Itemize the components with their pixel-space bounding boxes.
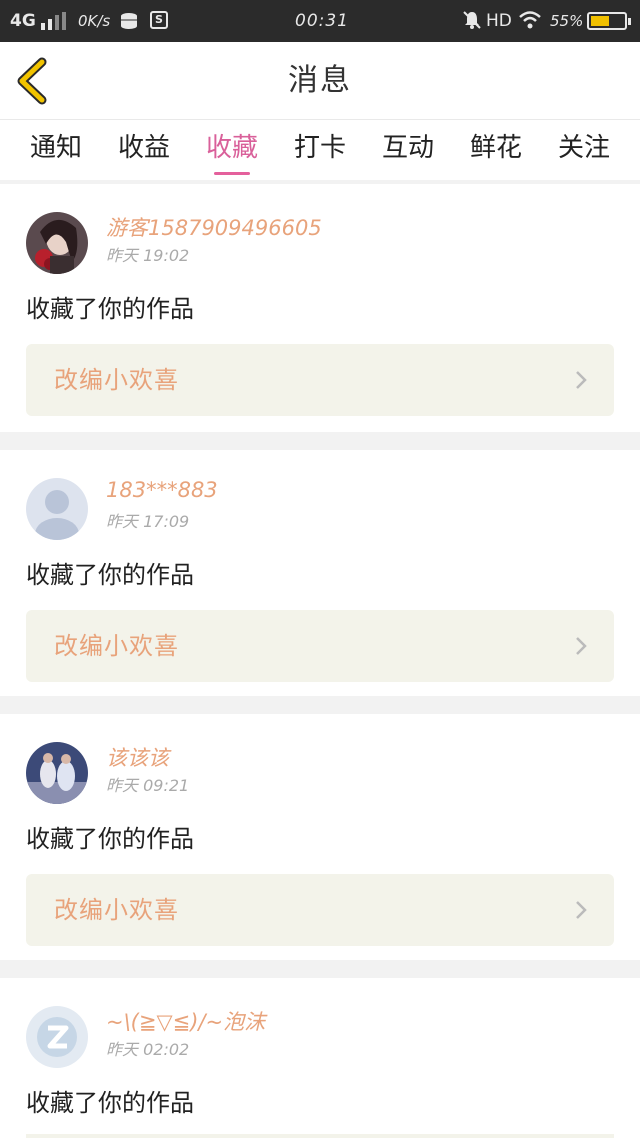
battery-level — [591, 16, 609, 26]
status-bar: 4G 0K/s S 00:31 HD 55% — [0, 0, 640, 42]
message-card: 183***883 昨天 17:09 收藏了你的作品 改编小欢喜 — [0, 450, 640, 696]
work-link[interactable]: 改编小欢喜 — [26, 610, 614, 682]
timestamp: 昨天 19:02 — [106, 246, 190, 265]
username[interactable]: ~\(≧▽≦)/~泡沫 — [106, 1006, 265, 1036]
avatar[interactable] — [26, 212, 88, 274]
message-card: 游客1587909496605 昨天 19:02 收藏了你的作品 改编小欢喜 — [0, 184, 640, 432]
work-link[interactable] — [26, 1134, 614, 1138]
wifi-icon — [518, 10, 542, 32]
mute-bell-icon — [462, 10, 482, 32]
tab-follows[interactable]: 关注 — [544, 128, 624, 172]
clock: 00:31 — [295, 11, 349, 31]
tab-checkin[interactable]: 打卡 — [280, 128, 360, 172]
avatar[interactable] — [26, 1006, 88, 1068]
page-title: 消息 — [288, 63, 352, 98]
username[interactable]: 该该该 — [106, 742, 169, 772]
tab-interaction[interactable]: 互动 — [368, 128, 448, 172]
tab-favorites[interactable]: 收藏 — [192, 128, 272, 172]
back-button[interactable] — [12, 56, 58, 106]
database-icon — [120, 12, 140, 34]
hd-indicator: HD — [486, 11, 512, 31]
action-text: 收藏了你的作品 — [26, 825, 194, 853]
avatar[interactable] — [26, 478, 88, 540]
chevron-right-icon — [576, 371, 587, 389]
work-title: 改编小欢喜 — [54, 632, 179, 660]
username[interactable]: 游客1587909496605 — [106, 212, 322, 242]
message-card: 该该该 昨天 09:21 收藏了你的作品 改编小欢喜 — [0, 714, 640, 960]
active-tab-indicator — [214, 172, 250, 175]
network-speed: 0K/s — [78, 12, 111, 30]
chevron-right-icon — [576, 901, 587, 919]
chevron-left-icon — [17, 57, 47, 105]
sim-icon: S — [150, 11, 168, 29]
action-text: 收藏了你的作品 — [26, 561, 194, 589]
tab-bar: 通知 收益 收藏 打卡 互动 鲜花 关注 — [0, 120, 640, 180]
battery-icon — [587, 12, 631, 30]
username[interactable]: 183***883 — [106, 478, 218, 502]
tab-earnings[interactable]: 收益 — [104, 128, 184, 172]
battery-percent: 55% — [550, 12, 584, 30]
signal-icon — [40, 12, 68, 34]
work-title: 改编小欢喜 — [54, 896, 179, 924]
network-type: 4G — [10, 11, 36, 31]
message-card: ~\(≧▽≦)/~泡沫 昨天 02:02 收藏了你的作品 — [0, 978, 640, 1138]
timestamp: 昨天 02:02 — [106, 1040, 190, 1059]
work-title: 改编小欢喜 — [54, 366, 179, 394]
nav-bar: 消息 — [0, 42, 640, 120]
work-link[interactable]: 改编小欢喜 — [26, 344, 614, 416]
work-link[interactable]: 改编小欢喜 — [26, 874, 614, 946]
tab-flowers[interactable]: 鲜花 — [456, 128, 536, 172]
chevron-right-icon — [576, 637, 587, 655]
tab-notifications[interactable]: 通知 — [16, 128, 96, 172]
timestamp: 昨天 17:09 — [106, 512, 190, 531]
timestamp: 昨天 09:21 — [106, 776, 190, 795]
action-text: 收藏了你的作品 — [26, 295, 194, 323]
avatar[interactable] — [26, 742, 88, 804]
action-text: 收藏了你的作品 — [26, 1089, 194, 1117]
